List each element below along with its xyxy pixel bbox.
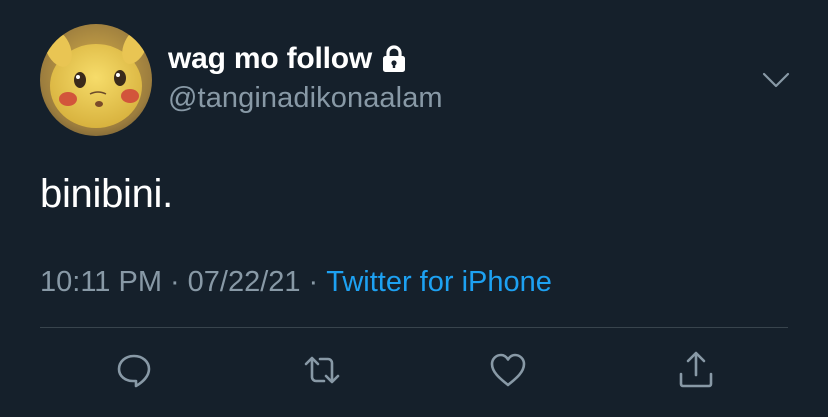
tweet-date[interactable]: 07/22/21 xyxy=(188,266,301,299)
avatar[interactable] xyxy=(40,24,152,136)
share-icon xyxy=(679,351,713,388)
like-button[interactable] xyxy=(488,350,528,390)
display-name[interactable]: wag mo follow xyxy=(168,42,372,76)
divider xyxy=(40,327,788,328)
retweet-button[interactable] xyxy=(302,350,342,390)
tweet-card: wag mo follow @tanginadikonaalam binibin… xyxy=(0,0,828,417)
user-handle[interactable]: @tanginadikonaalam xyxy=(168,82,443,115)
lock-icon xyxy=(381,44,407,74)
tweet-time[interactable]: 10:11 PM xyxy=(40,266,162,299)
avatar-image xyxy=(40,24,152,136)
retweet-icon xyxy=(304,356,340,384)
tweet-source-link[interactable]: Twitter for iPhone xyxy=(326,266,552,299)
meta-separator: · xyxy=(308,266,319,298)
heart-icon xyxy=(490,353,526,387)
tweet-text: binibini. xyxy=(40,172,173,216)
chevron-down-icon[interactable] xyxy=(760,64,792,96)
meta-separator: · xyxy=(169,266,180,298)
reply-icon xyxy=(117,354,151,388)
reply-button[interactable] xyxy=(114,350,154,390)
name-row: wag mo follow xyxy=(168,40,407,78)
share-button[interactable] xyxy=(676,350,716,390)
tweet-meta: 10:11 PM · 07/22/21 · Twitter for iPhone xyxy=(40,266,552,299)
